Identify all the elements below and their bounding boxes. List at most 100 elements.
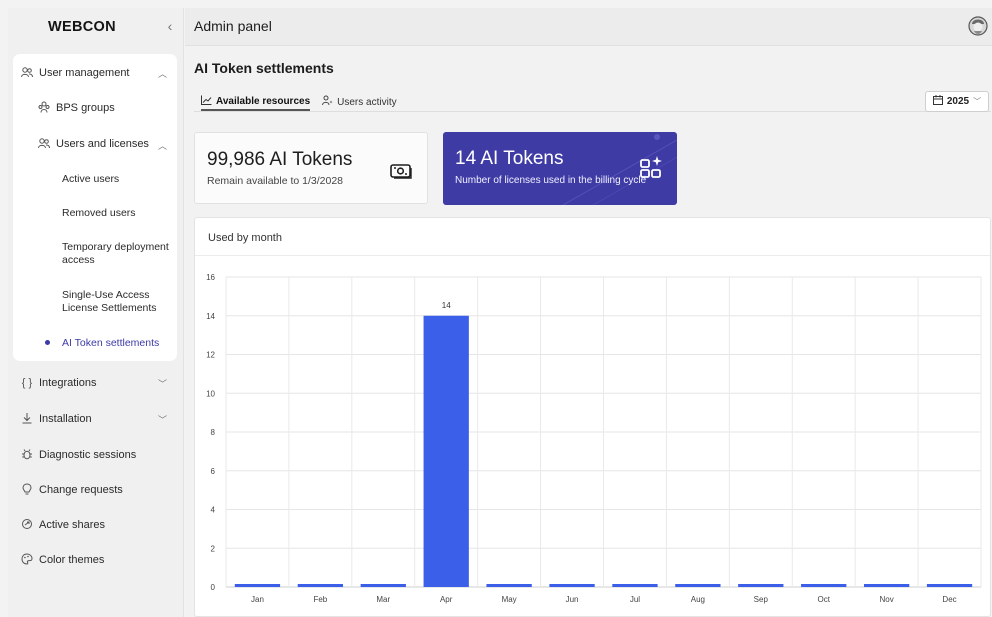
y-tick-label: 6 — [211, 467, 216, 476]
users-icon — [20, 66, 34, 80]
y-tick-label: 0 — [211, 583, 216, 592]
bar-jul — [612, 584, 658, 587]
nav-color-themes[interactable]: Color themes — [20, 553, 104, 567]
nav-active-shares-label: Active shares — [39, 519, 106, 531]
bar-apr — [423, 315, 469, 587]
bar-feb — [297, 584, 344, 587]
webcon-logo: WEBCON — [48, 19, 116, 35]
group-icon — [37, 101, 51, 115]
nav-change-requests[interactable]: Change requests — [20, 483, 123, 497]
x-tick-label: Aug — [691, 595, 705, 604]
bar-jan — [234, 584, 281, 587]
nav-active-shares[interactable]: Active shares — [20, 518, 105, 532]
tokens-remaining-card: 99,986 AI Tokens Remain available to 1/3… — [194, 132, 428, 204]
y-tick-label: 12 — [206, 351, 215, 360]
money-icon — [390, 162, 412, 180]
chevron-down-icon[interactable]: ﹀ — [158, 413, 167, 426]
x-tick-label: Feb — [313, 595, 327, 604]
x-tick-label: Jan — [251, 595, 264, 604]
tokens-remaining-value: 99,986 AI Tokens — [207, 149, 353, 170]
apps-sparkle-icon — [639, 154, 665, 180]
nav-bps-groups[interactable]: BPS groups — [37, 101, 115, 115]
x-tick-label: Oct — [817, 595, 830, 604]
nav-single-use-access-license-settlements[interactable]: Single-Use Access License Settlements — [62, 289, 172, 315]
bar-aug — [675, 584, 721, 587]
licenses-used-value: 14 AI Tokens — [455, 148, 564, 169]
y-tick-label: 4 — [211, 506, 216, 515]
y-tick-label: 2 — [211, 544, 216, 553]
tab-users-activity-label: Users activity — [337, 96, 397, 108]
bar-jun — [549, 584, 595, 587]
collapse-sidebar-button[interactable]: ‹ — [162, 17, 178, 35]
active-indicator-dot — [45, 340, 50, 345]
x-tick-label: Dec — [942, 595, 956, 604]
braces-icon: { } — [21, 377, 33, 389]
bar-dec — [926, 584, 973, 587]
tab-users-activity[interactable]: Users activity — [322, 93, 397, 111]
palette-icon — [20, 553, 34, 567]
nav-diagnostic-sessions[interactable]: Diagnostic sessions — [20, 448, 136, 462]
tabs: Available resources Users activity — [201, 93, 409, 117]
tab-available-resources-label: Available resources — [216, 95, 311, 107]
nav-users-and-licenses-label: Users and licenses — [56, 138, 149, 150]
bar-nov — [863, 584, 910, 587]
user-avatar[interactable] — [968, 15, 988, 37]
nav-active-users[interactable]: Active users — [62, 173, 172, 186]
nav-integrations-label: Integrations — [39, 377, 97, 389]
used-by-month-chart-card: Used by month 0 2 4 6 8 10 12 14 16 Jan Feb Mar Apr 1… — [194, 217, 991, 617]
year-picker-value: 2025 — [946, 96, 970, 107]
bar-mar — [360, 584, 406, 587]
nav-diagnostic-sessions-label: Diagnostic sessions — [39, 449, 137, 461]
topbar-title: Admin panel — [194, 18, 272, 34]
lightbulb-icon — [20, 483, 34, 497]
y-tick-label: 14 — [206, 312, 215, 321]
x-tick-label: Mar — [376, 595, 390, 604]
nav-integrations[interactable]: { } Integrations — [20, 376, 97, 390]
nav-change-requests-label: Change requests — [39, 484, 123, 496]
bar-oct — [801, 584, 847, 587]
bar-chart: 0 2 4 6 8 10 12 14 16 Jan Feb Mar Apr 14 May Jun Jul Aug S… — [206, 273, 982, 604]
bug-icon — [20, 448, 34, 462]
x-tick-label: Sep — [754, 595, 769, 604]
tab-available-resources[interactable]: Available resources — [201, 93, 311, 111]
y-tick-label: 8 — [211, 428, 216, 437]
nav-users-and-licenses[interactable]: Users and licenses — [37, 137, 149, 151]
x-tick-label: Apr — [440, 595, 453, 604]
year-picker-button[interactable]: 2025 ﹀ — [925, 91, 989, 112]
nav-installation-label: Installation — [39, 413, 92, 425]
chevron-down-icon: ﹀ — [973, 97, 982, 106]
sidebar: WEBCON ‹ User management ︿ BPS groups Us… — [8, 8, 184, 617]
nav-user-management[interactable]: User management — [20, 66, 130, 80]
x-tick-label: Jul — [630, 595, 640, 604]
y-tick-label: 16 — [206, 273, 215, 282]
x-tick-label: Nov — [880, 595, 894, 604]
licenses-used-card: 14 AI Tokens Number of licenses used in … — [443, 132, 677, 205]
x-tick-label: May — [502, 595, 517, 604]
chevron-up-icon[interactable]: ︿ — [158, 67, 167, 80]
chart-header: Used by month — [195, 218, 990, 256]
users-icon — [37, 137, 51, 151]
logo-row: WEBCON ‹ — [8, 8, 184, 46]
tokens-remaining-caption: Remain available to 1/3/2028 — [207, 175, 344, 187]
chart-title: Used by month — [208, 232, 282, 244]
licenses-used-caption: Number of licenses used in the billing c… — [455, 175, 647, 186]
person-sparkle-icon — [322, 95, 333, 109]
nav-removed-users[interactable]: Removed users — [62, 207, 172, 220]
bar-sep — [738, 584, 784, 587]
nav-ai-token-settlements[interactable]: AI Token settlements — [62, 337, 172, 350]
nav-installation[interactable]: Installation — [20, 412, 92, 426]
line-chart-icon — [201, 95, 212, 108]
download-icon — [20, 412, 34, 426]
share-icon — [20, 518, 34, 532]
nav-temporary-deployment-access[interactable]: Temporary deployment access — [62, 241, 172, 267]
nav-user-management-label: User management — [39, 67, 130, 79]
nav-bps-groups-label: BPS groups — [56, 102, 115, 114]
main-content: AI Token settlements Available resources… — [185, 46, 992, 617]
x-tick-label: Jun — [566, 595, 579, 604]
chevron-down-icon[interactable]: ﹀ — [158, 377, 167, 390]
y-tick-label: 10 — [206, 389, 215, 398]
chevron-up-icon[interactable]: ︿ — [158, 139, 167, 152]
calendar-icon — [932, 95, 943, 108]
nav-color-themes-label: Color themes — [39, 554, 105, 566]
page-title: AI Token settlements — [194, 60, 334, 76]
